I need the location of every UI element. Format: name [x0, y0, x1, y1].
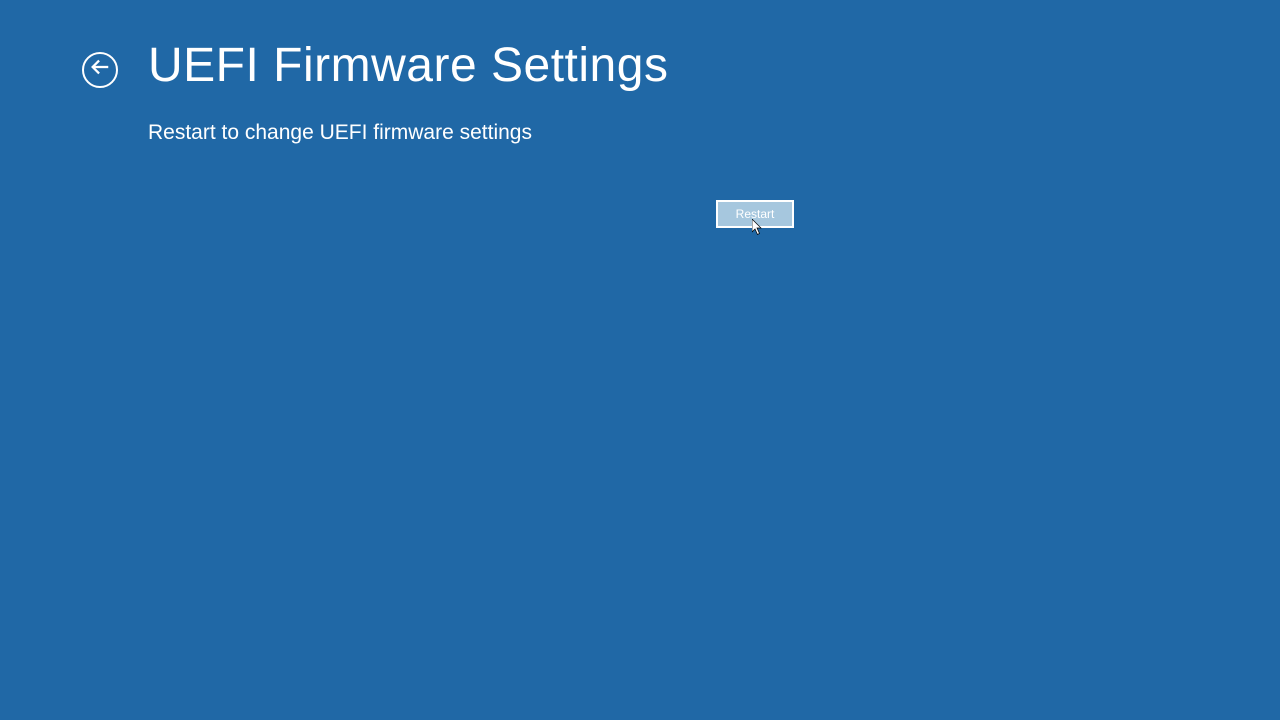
arrow-left-icon	[89, 56, 111, 83]
header-bar: UEFI Firmware Settings	[0, 0, 1280, 93]
restart-button[interactable]: Restart	[716, 200, 794, 228]
back-button[interactable]	[82, 52, 118, 88]
description-text: Restart to change UEFI firmware settings	[148, 121, 1280, 145]
page-title: UEFI Firmware Settings	[148, 38, 668, 93]
